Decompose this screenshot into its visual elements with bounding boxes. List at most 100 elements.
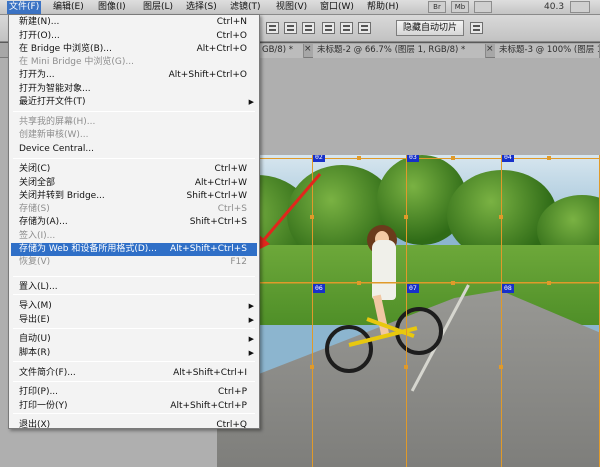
distribute-bottom-icon[interactable] (358, 22, 371, 34)
menu-item-label: 共享我的屏幕(H)... (19, 117, 96, 127)
slice-label[interactable]: 03 (407, 155, 419, 162)
menu-item-label: 脚本(R) (19, 348, 51, 358)
menu-item-label: 签入(I)... (19, 231, 56, 241)
slice-handle[interactable] (547, 281, 551, 285)
menu-item-label: 存储为(A)... (19, 217, 68, 227)
tab-document-2[interactable]: 未标题-2 @ 66.7% (图层 1, RGB/8) * (313, 44, 486, 58)
mini-bridge-button[interactable]: Mb (451, 1, 469, 13)
zoom-level[interactable]: 40.3 (542, 1, 566, 14)
menu-item-21[interactable]: 导出(E) ▶ (11, 314, 257, 327)
submenu-arrow-icon: ▶ (248, 335, 254, 343)
submenu-arrow-icon: ▶ (248, 316, 254, 324)
menu-item-label: 导入(M) (19, 301, 52, 311)
slice-handle[interactable] (310, 365, 314, 369)
menu-item-3[interactable]: 在 Bridge 中浏览(B)... Alt+Ctrl+O (11, 43, 257, 56)
close-icon[interactable]: × (486, 44, 494, 54)
align-bottom-icon[interactable] (302, 22, 315, 34)
menu-item-6[interactable]: 打开为智能对象... (11, 83, 257, 96)
menu-item-17[interactable]: 存储为 Web 和设备所用格式(D)... Alt+Shift+Ctrl+S (11, 243, 257, 256)
menu-item-shortcut: Alt+Ctrl+W (194, 178, 247, 188)
menu-item-19[interactable]: 置入(L)... (11, 281, 257, 294)
slice-handle[interactable] (499, 365, 503, 369)
slice-handle[interactable] (547, 156, 551, 160)
menu-edit[interactable]: 编辑(E) (51, 1, 86, 14)
view-extras-icon[interactable] (474, 1, 492, 13)
photo-rider (372, 240, 396, 300)
menu-item-10[interactable]: Device Central... (11, 143, 257, 156)
tab-document-1[interactable]: GB/8) * (258, 44, 304, 58)
menu-item-label: 打开(O)... (19, 31, 60, 41)
menu-item-label: Device Central... (19, 144, 94, 154)
menu-item-9: 创建新审核(W)... (11, 129, 257, 142)
slice-handle[interactable] (404, 215, 408, 219)
menu-item-shortcut: F12 (230, 257, 247, 267)
menu-filter[interactable]: 滤镜(T) (228, 1, 263, 14)
menu-item-1[interactable]: 新建(N)... Ctrl+N (11, 16, 257, 29)
slice-handle[interactable] (451, 156, 455, 160)
distribute-top-icon[interactable] (322, 22, 335, 34)
menu-item-25[interactable]: 打印(P)... Ctrl+P (11, 386, 257, 399)
menu-view[interactable]: 视图(V) (274, 1, 309, 14)
menu-item-shortcut: Ctrl+W (214, 164, 247, 174)
slice-handle[interactable] (357, 156, 361, 160)
menu-item-7[interactable]: 最近打开文件(T) ▶ (11, 96, 257, 109)
menu-item-shortcut: Shift+Ctrl+W (186, 191, 247, 201)
slice-handle[interactable] (451, 281, 455, 285)
menu-item-shortcut: Alt+Shift+Ctrl+O (168, 70, 247, 80)
photo-bike-wheel (325, 325, 373, 373)
menu-item-26[interactable]: 打印一份(Y) Alt+Shift+Ctrl+P (11, 400, 257, 413)
menu-item-13[interactable]: 关闭并转到 Bridge... Shift+Ctrl+W (11, 190, 257, 203)
menu-item-15[interactable]: 存储为(A)... Shift+Ctrl+S (11, 216, 257, 229)
menu-item-14: 存储(S) Ctrl+S (11, 203, 257, 216)
submenu-arrow-icon: ▶ (248, 302, 254, 310)
menu-item-24[interactable]: 文件简介(F)... Alt+Shift+Ctrl+I (11, 367, 257, 380)
menu-window[interactable]: 窗口(W) (318, 1, 356, 14)
menu-item-label: 打印(P)... (19, 387, 59, 397)
align-top-icon[interactable] (266, 22, 279, 34)
align-vcenter-icon[interactable] (284, 22, 297, 34)
bridge-button[interactable]: Br (428, 1, 446, 13)
menu-item-27[interactable]: 退出(X) Ctrl+Q (11, 419, 257, 432)
menu-item-20[interactable]: 导入(M) ▶ (11, 300, 257, 313)
menu-separator (13, 381, 255, 382)
menu-item-12[interactable]: 关闭全部 Alt+Ctrl+W (11, 177, 257, 190)
tab-document-3[interactable]: 未标题-3 @ 100% (图层 1, RGB/8) * (495, 44, 600, 58)
menu-item-8: 共享我的屏幕(H)... (11, 116, 257, 129)
slice-label[interactable]: 08 (502, 284, 514, 293)
menu-item-11[interactable]: 关闭(C) Ctrl+W (11, 163, 257, 176)
menu-item-label: 最近打开文件(T) (19, 97, 86, 107)
slice-handle[interactable] (357, 281, 361, 285)
menu-layer[interactable]: 图层(L) (141, 1, 175, 14)
menu-item-shortcut: Alt+Shift+Ctrl+I (173, 368, 247, 378)
slice-label[interactable]: 04 (502, 155, 514, 162)
menu-item-5[interactable]: 打开为... Alt+Shift+Ctrl+O (11, 69, 257, 82)
menu-help[interactable]: 帮助(H) (365, 1, 401, 14)
distribute-center-icon[interactable] (340, 22, 353, 34)
close-icon[interactable]: × (304, 44, 312, 54)
menu-separator (13, 111, 255, 112)
annotation-arrow (254, 173, 322, 252)
menu-item-label: 关闭全部 (19, 178, 56, 188)
menu-item-4: 在 Mini Bridge 中浏览(G)... (11, 56, 257, 69)
menu-item-22[interactable]: 自动(U) ▶ (11, 333, 257, 346)
slice-label[interactable]: 07 (407, 284, 419, 293)
menu-separator (13, 294, 255, 295)
slice-handle[interactable] (499, 215, 503, 219)
menu-file[interactable]: 文件(F) (7, 1, 42, 14)
menu-item-2[interactable]: 打开(O)... Ctrl+O (11, 30, 257, 43)
menu-item-label: 创建新审核(W)... (19, 130, 89, 140)
slice-guide (406, 155, 407, 467)
submenu-arrow-icon: ▶ (248, 349, 254, 357)
menu-item-23[interactable]: 脚本(R) ▶ (11, 347, 257, 360)
slice-label[interactable]: 02 (313, 155, 325, 162)
menu-select[interactable]: 选择(S) (184, 1, 219, 14)
menu-image[interactable]: 图像(I) (96, 1, 128, 14)
slice-label[interactable]: 06 (313, 284, 325, 293)
slice-handle[interactable] (404, 365, 408, 369)
menu-item-label: 新建(N)... (19, 17, 60, 27)
slice-options-icon[interactable] (470, 22, 483, 34)
hide-auto-slices-button[interactable]: 隐藏自动切片 (396, 20, 465, 36)
menu-item-label: 退出(X) (19, 420, 51, 430)
arrange-documents-icon[interactable] (570, 1, 590, 13)
menu-separator (13, 361, 255, 362)
